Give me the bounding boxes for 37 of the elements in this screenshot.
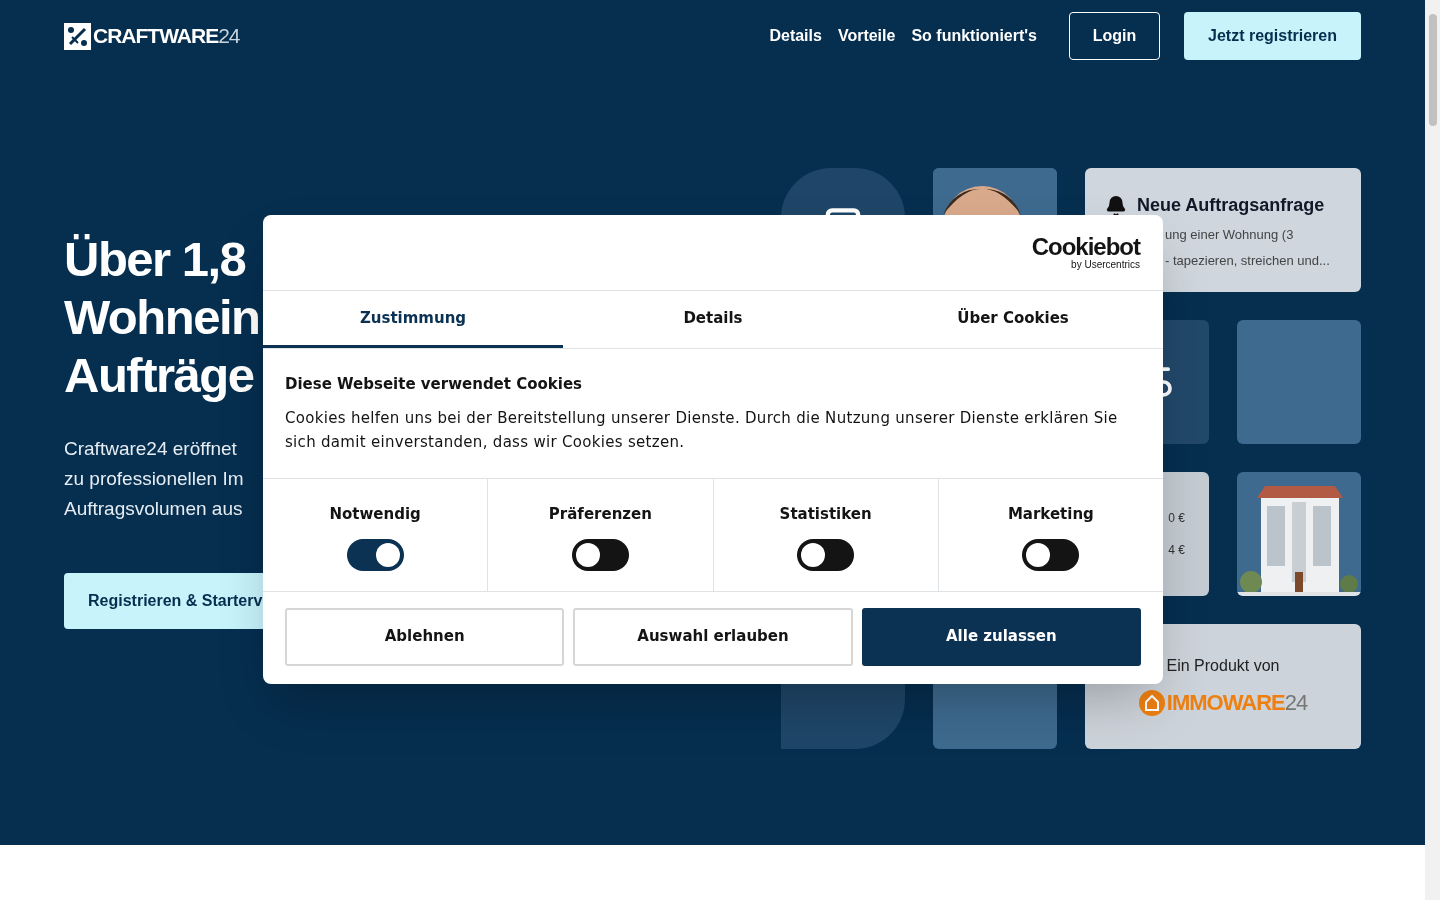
- logo-icon: [64, 22, 91, 50]
- category-label: Präferenzen: [548, 503, 652, 525]
- dialog-tab[interactable]: Über Cookies: [863, 291, 1163, 348]
- register-button[interactable]: Jetzt registrieren: [1184, 12, 1361, 60]
- hero-text: Craftware24 eröffnet zu professionellen Im Auftragsvolumen aus: [64, 437, 244, 521]
- dialog-title: Diese Webseite verwendet Cookies: [285, 374, 584, 395]
- bell-icon: [1105, 194, 1127, 217]
- dialog-button[interactable]: Auswahl erlauben: [573, 607, 853, 666]
- category-label: Notwendig: [329, 503, 421, 525]
- dialog-button[interactable]: Ablehnen: [285, 607, 565, 666]
- toggle-switch[interactable]: [797, 539, 855, 571]
- category-label: Statistiken: [779, 503, 872, 525]
- dialog-tab[interactable]: Zustimmung: [263, 291, 563, 348]
- product-label: Ein Produkt von: [1166, 656, 1280, 676]
- scrollbar[interactable]: [1425, 0, 1440, 900]
- cookiebot-subtitle: by Usercentrics: [1071, 258, 1140, 271]
- category-label: Marketing: [1007, 503, 1094, 525]
- request-text: - tapezieren, streichen und...: [1165, 251, 1330, 270]
- toggle-switch[interactable]: [1022, 539, 1080, 571]
- toggle-switch[interactable]: [571, 539, 629, 571]
- price-text: 0 €: [1168, 510, 1185, 527]
- nav-link[interactable]: Vorteile: [837, 24, 896, 48]
- product-logo-text: IMMOWARE24: [1166, 689, 1308, 717]
- toggle-switch[interactable]: [346, 539, 404, 571]
- dialog-button[interactable]: Alle zulassen: [861, 607, 1141, 666]
- dialog-text: Cookies helfen uns bei der Bereitstellung unserer Dienste. Durch die Nutzung unserer Dienste erklären Sie sich damit einverstanden, dass wir Cookies setzen.: [285, 407, 1119, 453]
- nav-link[interactable]: So funktioniert's: [911, 24, 1037, 48]
- price-text: 4 €: [1168, 542, 1185, 559]
- request-title: Neue Auftragsanfrage: [1137, 194, 1325, 217]
- dialog-tab[interactable]: Details: [563, 291, 863, 348]
- login-button[interactable]: Login: [1069, 12, 1160, 60]
- house-logo-icon: [1138, 689, 1165, 716]
- hero-heading: Über 1,8 Wohnein Aufträge: [64, 231, 260, 404]
- nav-link[interactable]: Details: [769, 24, 822, 48]
- cookiebot-logo: Cookiebot: [1031, 234, 1140, 259]
- logo-text[interactable]: CRAFTWARE24: [93, 20, 240, 52]
- request-text: ung einer Wohnung (3: [1165, 226, 1294, 244]
